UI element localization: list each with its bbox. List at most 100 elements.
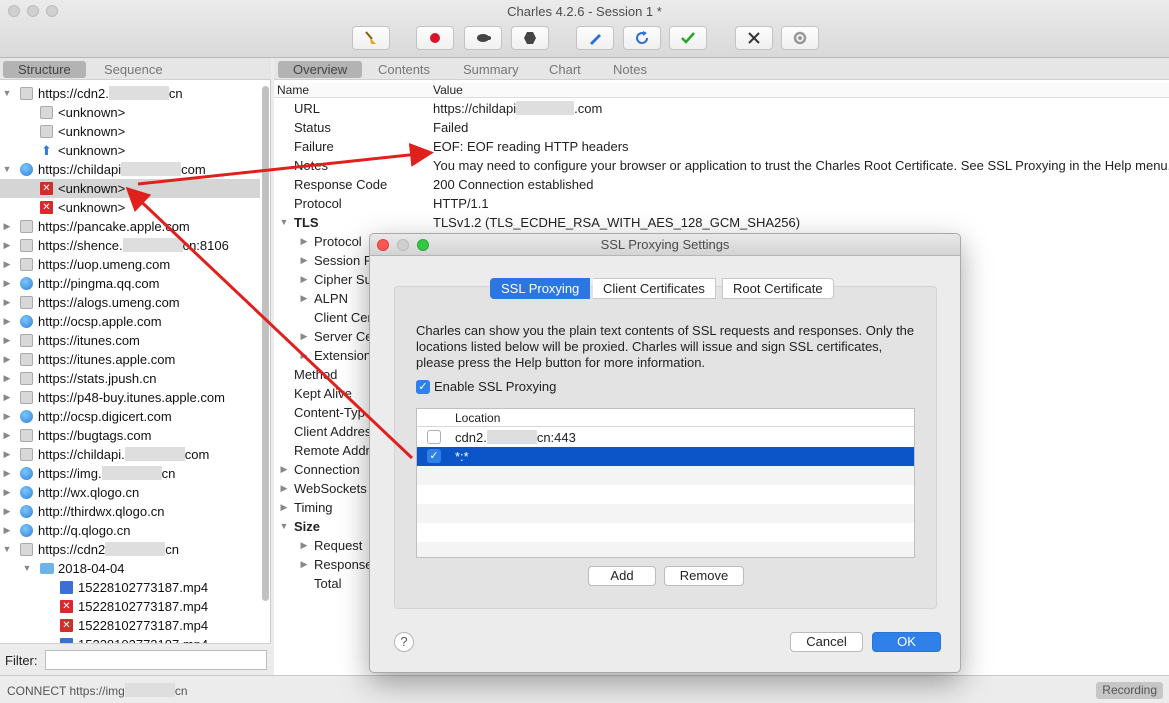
tree-node[interactable]: ▶ https://pancake.apple.com [0, 217, 260, 236]
disclosure-collapsed-icon[interactable]: ▶ [299, 327, 309, 346]
disclosure-collapsed-icon[interactable]: ▶ [299, 251, 309, 270]
disclosure-collapsed-icon[interactable]: ▶ [2, 483, 12, 502]
tree-node[interactable]: ✕ 15228102773187.mp4 [0, 616, 260, 635]
disclosure-expanded-icon[interactable]: ▼ [279, 517, 289, 536]
settings-button[interactable] [781, 26, 819, 50]
tree-node[interactable]: ▼ 2018-04-04 [0, 559, 260, 578]
tree-node[interactable]: 15228102773187.mp4 [0, 578, 260, 597]
disclosure-collapsed-icon[interactable]: ▶ [2, 407, 12, 426]
tree-node[interactable]: ▶ http://ocsp.apple.com [0, 312, 260, 331]
tree-node[interactable]: <unknown> [0, 103, 260, 122]
tree-node[interactable]: ▼ https://childapi com [0, 160, 260, 179]
tree-node[interactable]: 15228102773187.mp4 [0, 635, 260, 643]
location-enabled-checkbox[interactable]: ✓ [427, 449, 441, 463]
disclosure-collapsed-icon[interactable]: ▶ [2, 255, 12, 274]
disclosure-collapsed-icon[interactable]: ▶ [2, 274, 12, 293]
disclosure-expanded-icon[interactable]: ▼ [2, 540, 12, 559]
disclosure-collapsed-icon[interactable]: ▶ [2, 445, 12, 464]
tree-node[interactable]: ▶ http://q.qlogo.cn [0, 521, 260, 540]
throttle-button[interactable] [464, 26, 502, 50]
tab-summary[interactable]: Summary [448, 61, 534, 78]
overview-row[interactable]: Failure EOF: EOF reading HTTP headers [274, 137, 1169, 156]
location-column-header[interactable]: Location [455, 409, 500, 427]
tools-button[interactable] [735, 26, 773, 50]
disclosure-collapsed-icon[interactable]: ▶ [2, 350, 12, 369]
overview-row[interactable]: Notes You may need to configure your brow… [274, 156, 1169, 175]
ok-button[interactable]: OK [872, 632, 941, 652]
tab-overview[interactable]: Overview [278, 61, 363, 78]
tree-node[interactable]: ▶ https://bugtags.com [0, 426, 260, 445]
tree-node[interactable]: ▶ https://p48-buy.itunes.apple.com [0, 388, 260, 407]
breakpoints-button[interactable] [511, 26, 549, 50]
tree-node[interactable]: ▶ https://itunes.com [0, 331, 260, 350]
tree-node[interactable]: ▼ https://cdn2 cn [0, 540, 260, 559]
tree-node[interactable]: ✕ 15228102773187.mp4 [0, 597, 260, 616]
tree-node[interactable]: ▶ http://pingma.qq.com [0, 274, 260, 293]
remove-location-button[interactable]: Remove [664, 566, 744, 586]
disclosure-collapsed-icon[interactable]: ▶ [2, 502, 12, 521]
overview-row[interactable]: ▼ TLS TLSv1.2 (TLS_ECDHE_RSA_WITH_AES_128_… [274, 213, 1169, 232]
tab-ssl-proxying[interactable]: SSL Proxying [490, 278, 591, 299]
tree-node[interactable]: ⬆ <unknown> [0, 141, 260, 160]
disclosure-collapsed-icon[interactable]: ▶ [299, 346, 309, 365]
tree-node[interactable]: ▶ http://wx.qlogo.cn [0, 483, 260, 502]
record-button[interactable] [416, 26, 454, 50]
disclosure-collapsed-icon[interactable]: ▶ [2, 236, 12, 255]
tab-contents[interactable]: Contents [363, 61, 445, 78]
disclosure-collapsed-icon[interactable]: ▶ [2, 312, 12, 331]
add-location-button[interactable]: Add [588, 566, 656, 586]
tree-node[interactable]: ▶ https://itunes.apple.com [0, 350, 260, 369]
tree-node[interactable]: ▼ https://cdn2. cn [0, 84, 260, 103]
disclosure-collapsed-icon[interactable]: ▶ [2, 369, 12, 388]
tree-node[interactable]: ▶ https://shence. cn:8106 [0, 236, 260, 255]
disclosure-collapsed-icon[interactable]: ▶ [2, 331, 12, 350]
disclosure-collapsed-icon[interactable]: ▶ [2, 388, 12, 407]
validate-button[interactable] [669, 26, 707, 50]
tree-node[interactable]: ▶ http://thirdwx.qlogo.cn [0, 502, 260, 521]
disclosure-collapsed-icon[interactable]: ▶ [279, 498, 289, 517]
overview-row[interactable]: Protocol HTTP/1.1 [274, 194, 1169, 213]
disclosure-expanded-icon[interactable]: ▼ [279, 213, 289, 232]
tree-node[interactable]: <unknown> [0, 122, 260, 141]
disclosure-collapsed-icon[interactable]: ▶ [299, 536, 309, 555]
tab-root-certificate[interactable]: Root Certificate [722, 278, 834, 299]
enable-ssl-proxying-checkbox[interactable]: ✓ [416, 380, 430, 394]
recording-status-button[interactable]: Recording [1096, 682, 1163, 699]
filter-input[interactable] [45, 650, 267, 670]
disclosure-collapsed-icon[interactable]: ▶ [2, 426, 12, 445]
compose-button[interactable] [576, 26, 614, 50]
location-enabled-checkbox[interactable] [427, 430, 441, 444]
tree-node[interactable]: ▶ https://img. cn [0, 464, 260, 483]
disclosure-collapsed-icon[interactable]: ▶ [279, 460, 289, 479]
clear-session-button[interactable] [352, 26, 390, 50]
tree-node[interactable]: ▶ https://uop.umeng.com [0, 255, 260, 274]
overview-row[interactable]: Response Code 200 Connection established [274, 175, 1169, 194]
disclosure-collapsed-icon[interactable]: ▶ [2, 293, 12, 312]
disclosure-expanded-icon[interactable]: ▼ [2, 160, 12, 179]
column-value[interactable]: Value [433, 83, 463, 97]
tree-node[interactable]: ✕ <unknown> [0, 179, 260, 198]
tab-client-certificates[interactable]: Client Certificates [593, 278, 716, 299]
tree-node[interactable]: ▶ https://childapi. com [0, 445, 260, 464]
disclosure-collapsed-icon[interactable]: ▶ [279, 479, 289, 498]
tree-node[interactable]: ▶ https://stats.jpush.cn [0, 369, 260, 388]
disclosure-collapsed-icon[interactable]: ▶ [299, 555, 309, 574]
tree-node[interactable]: ✕ <unknown> [0, 198, 260, 217]
tab-chart[interactable]: Chart [534, 61, 596, 78]
column-name[interactable]: Name [277, 83, 309, 97]
overview-row[interactable]: URL https://childapi .com [274, 99, 1169, 118]
disclosure-expanded-icon[interactable]: ▼ [2, 84, 12, 103]
disclosure-collapsed-icon[interactable]: ▶ [299, 232, 309, 251]
tree-scrollbar[interactable] [262, 86, 269, 601]
location-row[interactable]: cdn2. cn:443 [417, 428, 914, 447]
tree-node[interactable]: ▶ https://alogs.umeng.com [0, 293, 260, 312]
tab-sequence[interactable]: Sequence [89, 61, 178, 78]
location-row-selected[interactable]: ✓ *:* [417, 447, 914, 466]
tab-structure[interactable]: Structure [3, 61, 86, 78]
cancel-button[interactable]: Cancel [790, 632, 863, 652]
repeat-button[interactable] [623, 26, 661, 50]
enable-ssl-proxying-label[interactable]: Enable SSL Proxying [434, 379, 556, 394]
disclosure-collapsed-icon[interactable]: ▶ [2, 217, 12, 236]
disclosure-collapsed-icon[interactable]: ▶ [2, 464, 12, 483]
disclosure-collapsed-icon[interactable]: ▶ [299, 270, 309, 289]
